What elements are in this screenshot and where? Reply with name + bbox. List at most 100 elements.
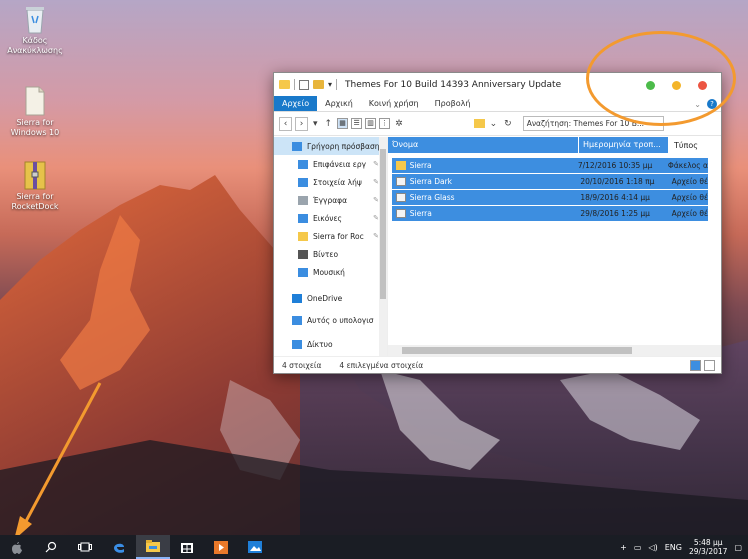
desktop-icon-label: Ανακύκλωσης xyxy=(7,46,63,55)
store-icon xyxy=(181,543,193,553)
edge-button[interactable] xyxy=(102,535,136,559)
folder-icon xyxy=(396,161,406,170)
address-dropdown-icon[interactable]: ⌄ xyxy=(488,119,500,129)
customize-arrow-icon[interactable]: ▾ xyxy=(328,80,332,89)
language-indicator[interactable]: ENG xyxy=(665,543,682,552)
file-explorer-button[interactable] xyxy=(136,535,170,559)
taskbar: + ▭ ◁) ENG 5:48 μμ 29/3/2017 ▢ xyxy=(0,535,748,559)
tab-share[interactable]: Κοινή χρήση xyxy=(361,96,427,111)
media-player-button[interactable] xyxy=(204,535,238,559)
nav-item[interactable]: Βίντεο xyxy=(274,245,387,263)
nav-item-label: Βίντεο xyxy=(313,249,339,259)
column-type[interactable]: Τύπος xyxy=(668,141,698,150)
search-input[interactable]: Αναζήτηση: Themes For 10 B... xyxy=(522,116,664,131)
quick-access-toolbar: ▾ xyxy=(279,79,338,90)
file-row[interactable]: Sierra 29/8/2016 1:25 μμ Αρχείο θέ xyxy=(392,206,708,221)
list-view-icon[interactable]: ☰ xyxy=(351,118,363,129)
task-view-button[interactable] xyxy=(68,535,102,559)
file-date: 20/10/2016 1:18 πμ xyxy=(580,177,655,186)
properties-icon[interactable] xyxy=(299,79,309,90)
column-date[interactable]: Ημερομηνία τροπ... xyxy=(578,137,668,153)
file-date: 18/9/2016 4:14 μμ xyxy=(580,193,650,202)
desktop-icon-label: Windows 10 xyxy=(10,128,60,137)
archive-icon xyxy=(24,161,46,190)
selected-count: 4 επιλεγμένα στοιχεία xyxy=(339,360,424,370)
scroll-thumb[interactable] xyxy=(380,149,386,299)
column-name[interactable]: Όνομα xyxy=(388,137,578,153)
file-name: Sierra xyxy=(409,209,432,218)
up-arrow-icon[interactable]: ↑ xyxy=(323,119,335,129)
nav-item[interactable]: OneDrive xyxy=(274,289,387,307)
photos-button[interactable] xyxy=(238,535,272,559)
nav-item[interactable]: Εικόνες ✎ xyxy=(274,209,387,227)
window-title: Themes For 10 Build 14393 Anniversary Up… xyxy=(345,79,562,90)
forward-button[interactable]: › xyxy=(295,116,308,131)
zoom-button[interactable] xyxy=(646,81,655,90)
pictures-icon xyxy=(298,213,308,223)
start-button[interactable] xyxy=(0,535,34,559)
file-type: Αρχείο θέ xyxy=(671,193,708,202)
ribbon-tabs: Αρχείο Αρχική Κοινή χρήση Προβολή ⌄ ? xyxy=(274,96,721,112)
tiles-view-icon[interactable]: ▥ xyxy=(365,118,377,129)
media-player-icon xyxy=(214,540,228,554)
large-icons-view-button[interactable] xyxy=(704,360,715,371)
notifications-icon[interactable]: ▢ xyxy=(734,543,742,552)
store-button[interactable] xyxy=(170,535,204,559)
file-type: Αρχείο θέ xyxy=(671,209,708,218)
tab-view[interactable]: Προβολή xyxy=(427,96,479,111)
navigation-bar: ‹ › ▾ ↑ ▦ ☰ ▥ ⋮ ✲ ⌄ ↻ Αναζήτηση: Themes … xyxy=(274,112,721,136)
theme-file-icon xyxy=(396,209,406,218)
settings-icon[interactable]: ✲ xyxy=(393,119,405,129)
expand-ribbon-icon[interactable]: ⌄ xyxy=(694,100,701,109)
desktop-icon-recycle-bin[interactable]: Κάδος Ανακύκλωσης xyxy=(0,4,70,56)
file-row[interactable]: Sierra Glass 18/9/2016 4:14 μμ Αρχείο θέ xyxy=(392,190,708,205)
file-row[interactable]: Sierra 7/12/2016 10:35 μμ Φάκελος α xyxy=(392,158,708,173)
nav-item[interactable]: Επιφάνεια εργ ✎ xyxy=(274,155,387,173)
refresh-icon[interactable]: ↻ xyxy=(502,119,514,129)
minimize-button[interactable] xyxy=(672,81,681,90)
tab-file[interactable]: Αρχείο xyxy=(274,96,318,111)
video-icon xyxy=(298,249,308,259)
back-button[interactable]: ‹ xyxy=(279,116,292,131)
nav-item[interactable]: Μουσική xyxy=(274,263,387,281)
network-icon xyxy=(292,339,302,349)
clock[interactable]: 5:48 μμ 29/3/2017 xyxy=(689,538,727,556)
search-button[interactable] xyxy=(34,535,68,559)
nav-item-label: Μουσική xyxy=(313,267,345,277)
network-tray-icon[interactable]: ▭ xyxy=(634,543,642,552)
group-by-icon[interactable]: ⋮ xyxy=(379,118,391,129)
nav-item-label: Εικόνες xyxy=(313,213,342,223)
help-icon[interactable]: ? xyxy=(707,99,717,109)
nav-item[interactable]: Δίκτυο xyxy=(274,335,387,353)
star-icon xyxy=(292,141,302,151)
nav-item-label: Γρήγορη πρόσβαση xyxy=(307,141,380,151)
recycle-bin-icon xyxy=(26,7,44,34)
nav-item-label: Έγγραφα xyxy=(313,195,348,205)
desktop-icon-sierra-for-rocketdock[interactable]: Sierra for RocketDock xyxy=(0,160,70,212)
nav-pane-scrollbar[interactable] xyxy=(379,137,387,356)
show-hidden-icons[interactable]: + xyxy=(620,543,627,552)
new-folder-icon[interactable] xyxy=(313,80,324,89)
nav-item-label: Δίκτυο xyxy=(307,339,333,349)
nav-item[interactable]: Έγγραφα ✎ xyxy=(274,191,387,209)
recent-locations-icon[interactable]: ▾ xyxy=(311,119,320,129)
close-button[interactable] xyxy=(698,81,707,90)
details-view-icon[interactable]: ▦ xyxy=(337,118,349,129)
details-view-button[interactable] xyxy=(690,360,701,371)
clock-date: 29/3/2017 xyxy=(688,547,728,556)
nav-item[interactable]: Αυτός ο υπολογισ xyxy=(274,311,387,329)
scroll-thumb[interactable] xyxy=(402,347,632,354)
nav-item[interactable]: Sierra for Roc ✎ xyxy=(274,227,387,245)
desktop-icon-label: Sierra for xyxy=(16,192,54,201)
file-row[interactable]: Sierra Dark 20/10/2016 1:18 πμ Αρχείο θέ xyxy=(392,174,708,189)
desktop-icon xyxy=(298,159,308,169)
tab-home[interactable]: Αρχική xyxy=(317,96,361,111)
volume-icon[interactable]: ◁) xyxy=(648,543,657,552)
horizontal-scrollbar[interactable] xyxy=(388,345,721,356)
nav-item[interactable]: Στοιχεία λήψ ✎ xyxy=(274,173,387,191)
desktop-icon-sierra-for-windows-10[interactable]: Sierra for Windows 10 xyxy=(0,86,70,138)
nav-item[interactable]: Γρήγορη πρόσβαση xyxy=(274,137,387,155)
title-bar[interactable]: ▾ Themes For 10 Build 14393 Anniversary … xyxy=(274,73,721,96)
file-date: 29/8/2016 1:25 μμ xyxy=(580,209,650,218)
file-explorer-window[interactable]: ▾ Themes For 10 Build 14393 Anniversary … xyxy=(273,72,722,374)
